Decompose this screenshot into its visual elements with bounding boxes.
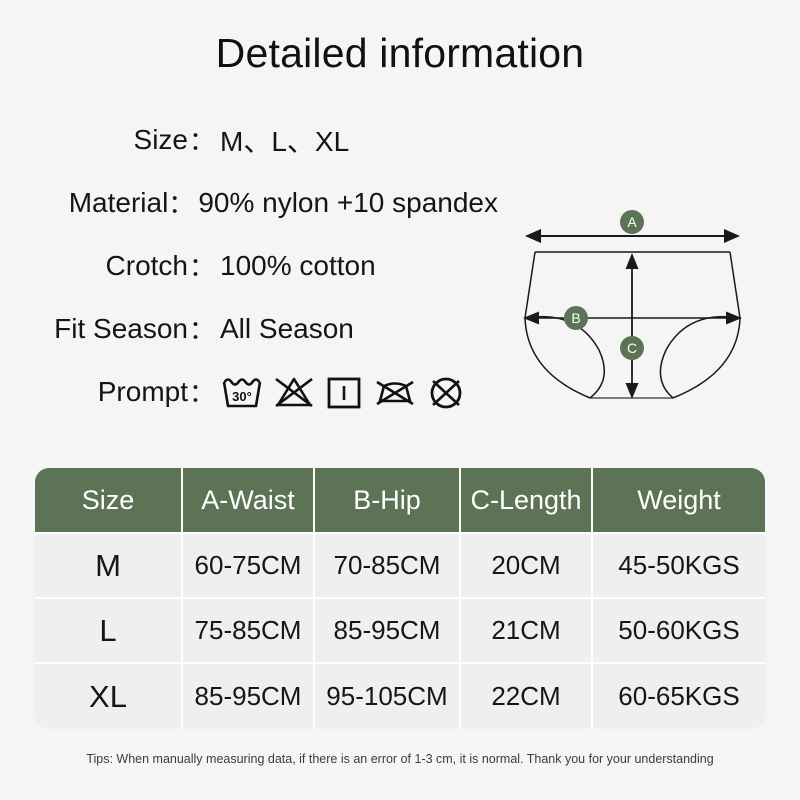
garment-measurement-diagram: A B C — [505, 200, 770, 425]
spec-row-prompt: Prompt ： 30° — [28, 360, 498, 423]
cell-weight: 45-50KGS — [593, 534, 765, 599]
svg-text:30°: 30° — [232, 389, 252, 404]
spec-label-fit-season: Fit Season — [54, 312, 188, 344]
spec-row-fit-season: Fit Season ： All Season — [28, 297, 498, 360]
cell-hip: 70-85CM — [315, 534, 461, 599]
cell-waist: 60-75CM — [183, 534, 315, 599]
header-size: Size — [35, 468, 183, 534]
spec-colon-fit-season: ： — [188, 315, 215, 345]
table-header-row: Size A-Waist B-Hip C-Length Weight — [35, 468, 765, 534]
size-chart-table: Size A-Waist B-Hip C-Length Weight M 60-… — [35, 468, 765, 729]
cell-length: 22CM — [461, 664, 593, 729]
measure-badge-c: C — [620, 336, 644, 360]
cell-size: M — [35, 534, 183, 599]
spec-colon-size: ： — [188, 126, 215, 156]
spec-row-material: Material ： 90% nylon +10 spandex — [28, 171, 498, 234]
measurement-tip-text: Tips: When manually measuring data, if t… — [86, 752, 714, 766]
care-symbol-group: 30° — [216, 373, 466, 411]
wash-30-degrees-icon: 30° — [220, 373, 264, 411]
measure-badge-b-label: B — [571, 310, 580, 326]
cell-weight: 50-60KGS — [593, 599, 765, 664]
spec-colon-material: ： — [168, 189, 195, 219]
spec-value-crotch: 100% cotton — [220, 249, 376, 281]
measure-arrow-c — [625, 253, 639, 399]
cell-waist: 75-85CM — [183, 599, 315, 664]
table-row: XL 85-95CM 95-105CM 22CM 60-65KGS — [35, 664, 765, 729]
spec-value-material: 90% nylon +10 spandex — [198, 186, 498, 218]
cell-length: 21CM — [461, 599, 593, 664]
cell-size: XL — [35, 664, 183, 729]
drip-dry-icon — [324, 373, 364, 411]
spec-colon-prompt: ： — [188, 378, 215, 408]
cell-weight: 60-65KGS — [593, 664, 765, 729]
cell-hip: 95-105CM — [315, 664, 461, 729]
spec-label-material: Material — [68, 186, 169, 218]
measure-badge-a-label: A — [627, 214, 637, 230]
spec-value-size: M、L、XL — [220, 125, 350, 157]
spec-value-fit-season: All Season — [220, 312, 354, 344]
spec-list: Size ： M、L、XL Material ： 90% nylon +10 s… — [28, 108, 498, 423]
spec-label-size: Size — [133, 123, 188, 155]
header-a-waist: A-Waist — [183, 468, 315, 534]
spec-label-crotch: Crotch — [105, 249, 188, 281]
cell-hip: 85-95CM — [315, 599, 461, 664]
measure-badge-b: B — [564, 306, 588, 330]
spec-colon-crotch: ： — [188, 252, 215, 282]
cell-length: 20CM — [461, 534, 593, 599]
do-not-iron-icon — [373, 373, 417, 411]
do-not-dry-clean-icon — [426, 373, 466, 411]
measure-badge-a: A — [620, 210, 644, 234]
cell-size: L — [35, 599, 183, 664]
cell-waist: 85-95CM — [183, 664, 315, 729]
spec-label-prompt: Prompt — [97, 375, 188, 407]
header-b-hip: B-Hip — [315, 468, 461, 534]
page-title: Detailed information — [215, 30, 585, 76]
header-weight: Weight — [593, 468, 765, 534]
table-row: L 75-85CM 85-95CM 21CM 50-60KGS — [35, 599, 765, 664]
do-not-bleach-icon — [273, 373, 315, 411]
spec-row-size: Size ： M、L、XL — [28, 108, 498, 171]
spec-row-crotch: Crotch ： 100% cotton — [28, 234, 498, 297]
measure-badge-c-label: C — [627, 340, 637, 356]
header-c-length: C-Length — [461, 468, 593, 534]
table-row: M 60-75CM 70-85CM 20CM 45-50KGS — [35, 534, 765, 599]
